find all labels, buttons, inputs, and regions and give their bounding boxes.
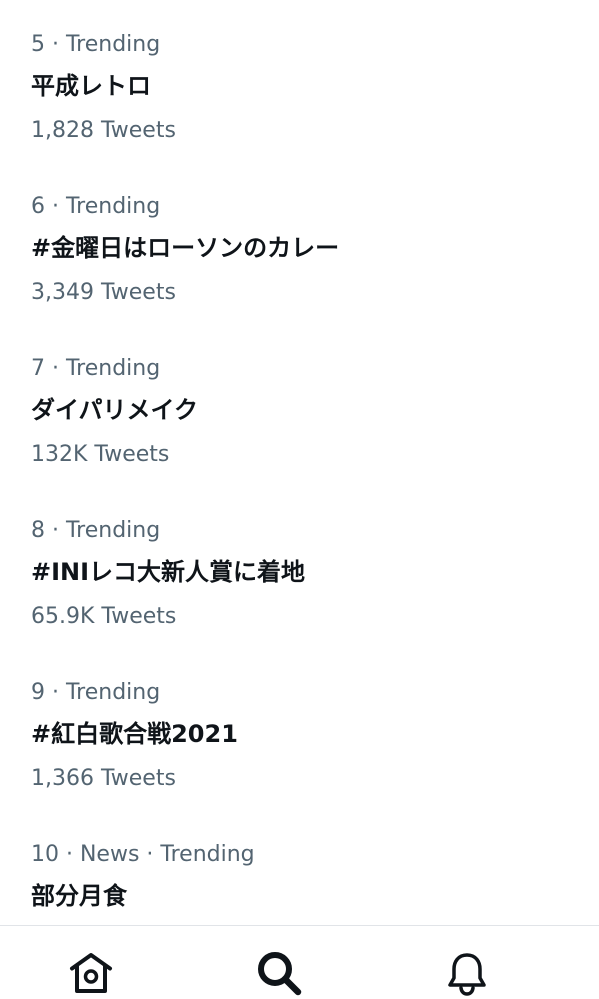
notifications-bell-icon[interactable] <box>444 950 490 996</box>
trend-item[interactable]: 6 · Trending #金曜日はローソンのカレー 3,349 Tweets <box>31 192 571 316</box>
trend-tweet-count: 65.9K Tweets <box>31 604 177 629</box>
trend-title: ダイパリメイク <box>31 396 199 424</box>
trends-list: 5 · Trending 平成レトロ 1,828 Tweets 6 · Tren… <box>0 0 599 925</box>
trend-title: #紅白歌合戦2021 <box>31 720 238 748</box>
trend-item[interactable]: 10 · News · Trending 部分月食 <box>31 840 571 925</box>
notifications-bell-icon-graphic <box>448 953 486 996</box>
trend-title: #INIレコ大新人賞に着地 <box>31 558 306 586</box>
trend-item[interactable]: 5 · Trending 平成レトロ 1,828 Tweets <box>31 30 571 154</box>
home-icon[interactable] <box>68 950 114 996</box>
trend-meta: 8 · Trending <box>31 518 161 543</box>
trend-tweet-count: 132K Tweets <box>31 442 170 467</box>
trend-meta: 7 · Trending <box>31 356 161 381</box>
trend-meta: 6 · Trending <box>31 194 161 219</box>
home-icon-graphic <box>70 953 112 993</box>
bottom-tab-bar <box>0 925 599 999</box>
trend-item[interactable]: 7 · Trending ダイパリメイク 132K Tweets <box>31 354 571 478</box>
trend-meta: 5 · Trending <box>31 32 161 57</box>
trend-tweet-count: 3,349 Tweets <box>31 280 176 305</box>
trend-tweet-count: 1,828 Tweets <box>31 118 176 143</box>
trend-title: 部分月食 <box>31 882 127 910</box>
search-icon[interactable] <box>256 950 302 996</box>
trend-meta: 10 · News · Trending <box>31 842 255 867</box>
search-icon-graphic <box>258 952 302 996</box>
trend-title: #金曜日はローソンのカレー <box>31 234 340 262</box>
trend-item[interactable]: 8 · Trending #INIレコ大新人賞に着地 65.9K Tweets <box>31 516 571 640</box>
trend-meta: 9 · Trending <box>31 680 161 705</box>
trend-title: 平成レトロ <box>31 72 151 100</box>
trend-item[interactable]: 9 · Trending #紅白歌合戦2021 1,366 Tweets <box>31 678 571 802</box>
trend-tweet-count: 1,366 Tweets <box>31 766 176 791</box>
